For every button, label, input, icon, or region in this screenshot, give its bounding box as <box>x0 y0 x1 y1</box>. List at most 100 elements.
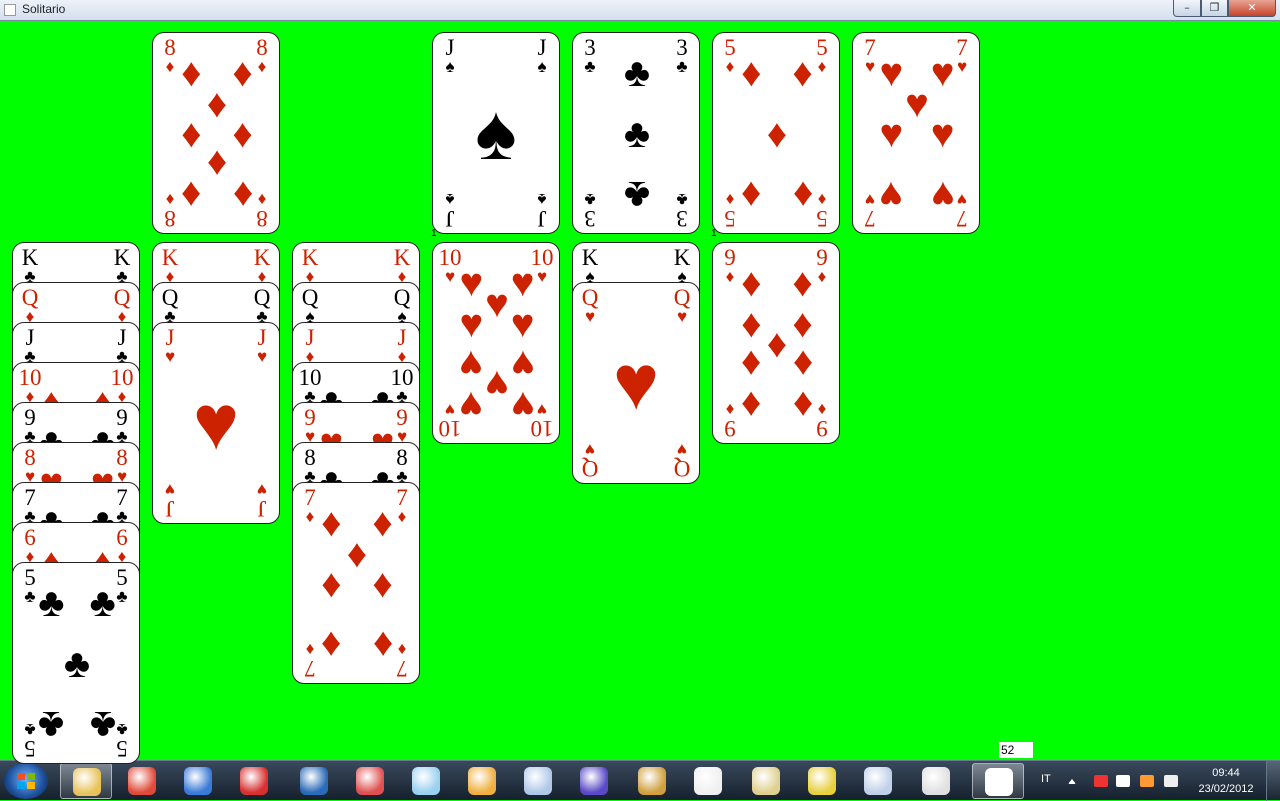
diamond-icon: ♦ <box>257 57 267 76</box>
star-app-icon <box>638 767 666 795</box>
diamond-icon: ♦ <box>165 190 175 209</box>
heart-pip-icon: ♥ <box>510 342 535 388</box>
volume-icon[interactable] <box>1164 775 1178 787</box>
card-rank: Q <box>581 285 599 310</box>
bittorrent-taskbar-button[interactable] <box>568 763 620 799</box>
diamond-pip-icon: ♦ <box>766 321 788 366</box>
heart-pip-icon: ♥ <box>459 260 484 306</box>
minimize-button[interactable]: – <box>1173 0 1201 17</box>
network-icon[interactable] <box>1094 775 1108 787</box>
clock[interactable]: 09:44 23/02/2012 <box>1190 765 1262 797</box>
diamond-icon: ♦ <box>817 190 827 209</box>
hxd-taskbar-button[interactable] <box>740 763 792 799</box>
tableau-card-9-of-diamonds[interactable]: 9 ♦ 9 ♦ 9 ♦ 9 ♦ ♦ ♦ ♦ ♦ ♦ ♦ ♦ ♦ ♦ <box>712 242 840 444</box>
diamond-pip-icon: ♦ <box>792 342 813 388</box>
tableau-card-jack-of-hearts[interactable]: J ♥ J ♥ J ♥ J ♥ ♥ <box>152 322 280 524</box>
diamond-icon: ♦ <box>397 507 407 526</box>
card-rank: 9 <box>724 416 736 441</box>
card-rank: J <box>305 325 315 350</box>
red-app-icon <box>240 767 268 795</box>
diamond-icon: ♦ <box>817 267 827 286</box>
card-rank: J <box>165 325 175 350</box>
foundation-card-7-of-hearts[interactable]: 7 ♥ 7 ♥ 7 ♥ 7 ♥ ♥ ♥ ♥ ♥ ♥ ♥ ♥ <box>852 32 980 234</box>
card-rank: K <box>161 245 179 270</box>
blue-app-taskbar-button[interactable] <box>288 763 340 799</box>
card-rank: J <box>537 206 547 231</box>
card-corner-index: J ♥ <box>158 326 182 365</box>
itunes-taskbar-button[interactable] <box>172 763 224 799</box>
ruler-app-taskbar-button[interactable] <box>796 763 848 799</box>
cards-app-taskbar-button[interactable] <box>682 763 734 799</box>
card-rank: Q <box>113 285 131 310</box>
card-corner-index: K♦ <box>158 246 182 285</box>
diamond-pip-icon: ♦ <box>206 80 228 126</box>
tableau-card-queen-of-hearts[interactable]: Q ♥ Q ♥ Q ♥ Q ♥ ♥ <box>572 282 700 484</box>
language-indicator[interactable]: IT <box>1041 773 1051 785</box>
card-corner-index: K♠ <box>578 246 602 285</box>
card-rank: J <box>445 206 455 231</box>
close-button[interactable]: ✕ <box>1228 0 1276 17</box>
card-rank: 10 <box>110 365 134 390</box>
bittorrent-icon <box>580 767 608 795</box>
tableau-card-5-of-clubs[interactable]: 5 ♣ 5 ♣ 5 ♣ 5 ♣ ♣ ♣ ♣ ♣ ♣ <box>12 562 140 764</box>
diamond-icon: ♦ <box>725 267 735 286</box>
card-corner-index: 9 ♦ <box>810 246 834 285</box>
diamond-icon: ♦ <box>817 57 827 76</box>
diamond-pip-icon: ♦ <box>792 50 813 96</box>
tray-expand-icon[interactable] <box>1068 779 1076 784</box>
card-rank: 6 <box>116 525 128 550</box>
card-corner-index: Q ♥ <box>670 440 694 481</box>
maximize-button[interactable]: ❐ <box>1201 0 1228 17</box>
tableau-card-10-of-hearts[interactable]: 10 ♥ 10 ♥ 10 ♥ 10 ♥ ♥ ♥ ♥ ♥ ♥ ♥ ♥ ♥ ♥ ♥ <box>432 242 560 444</box>
close-icon: ✕ <box>1247 1 1257 14</box>
diamond-pip-icon: ♦ <box>181 111 202 156</box>
foundation-card-5-of-diamonds[interactable]: 5 ♦ 5 ♦ 5 ♦ 5 ♦ ♦ ♦ ♦ ♦ ♦ <box>712 32 840 234</box>
chrome-taskbar-button[interactable] <box>116 763 168 799</box>
clock-time: 09:44 <box>1212 767 1240 779</box>
stack-count-label: 1 <box>431 228 437 239</box>
card-rank: Q <box>301 285 319 310</box>
foundation-card-3-of-clubs[interactable]: 3 ♣ 3 ♣ 3 ♣ 3 ♣ ♣ ♣ ♣ <box>572 32 700 234</box>
card-rank: 7 <box>396 485 408 510</box>
club-icon: ♣ <box>676 57 688 76</box>
security-icon[interactable] <box>1140 775 1154 787</box>
solitario-app-taskbar-button[interactable] <box>972 763 1024 799</box>
calculator-taskbar-button[interactable] <box>852 763 904 799</box>
card-rank: 9 <box>816 245 828 270</box>
club-icon: ♣ <box>584 190 596 209</box>
clock-date: 23/02/2012 <box>1198 783 1254 795</box>
red-app-taskbar-button[interactable] <box>228 763 280 799</box>
heart-pip-icon: ♥ <box>879 50 904 96</box>
card-rank: K <box>21 245 39 270</box>
power-icon[interactable] <box>1116 775 1130 787</box>
club-icon: ♣ <box>676 190 688 209</box>
diamond-icon: ♦ <box>725 57 735 76</box>
star-app-taskbar-button[interactable] <box>626 763 678 799</box>
snipping-tool-taskbar-button[interactable] <box>910 763 962 799</box>
tableau-card-7-of-diamonds[interactable]: 7 ♦ 7 ♦ 7 ♦ 7 ♦ ♦ ♦ ♦ ♦ ♦ ♦ ♦ <box>292 482 420 684</box>
cube-app-taskbar-button[interactable] <box>512 763 564 799</box>
card-rank: 8 <box>164 35 176 60</box>
card-rank: Q <box>253 285 271 310</box>
audio-app-taskbar-button[interactable] <box>344 763 396 799</box>
card-rank: J <box>397 325 407 350</box>
app-icon[interactable] <box>4 4 16 16</box>
club-pip-icon: ♣ <box>89 580 116 626</box>
foundation-card-8-of-diamonds[interactable]: 8 ♦ 8 ♦ 8 ♦ 8 ♦ ♦ ♦ ♦ ♦ ♦ ♦ ♦ ♦ <box>152 32 280 234</box>
card-corner-index: 8 ♦ <box>250 36 274 75</box>
card-corner-index: K♦ <box>390 246 414 285</box>
explorer-taskbar-button[interactable] <box>60 763 112 799</box>
card-corner-index: Q♣ <box>250 286 274 325</box>
foundation-card-jack-of-spades[interactable]: J ♠ J ♠ J ♠ J ♠ ♠ <box>432 32 560 234</box>
card-rank: Q <box>581 456 599 481</box>
card-rank: K <box>301 245 319 270</box>
paint-taskbar-button[interactable] <box>456 763 508 799</box>
start-button[interactable] <box>4 763 48 799</box>
card-corner-index: 10♦ <box>110 366 134 405</box>
window-title-bar[interactable]: Solitario – ❐ ✕ <box>0 0 1280 21</box>
diamond-pip-icon: ♦ <box>792 300 813 346</box>
card-rank: 7 <box>396 656 408 681</box>
notepad-taskbar-button[interactable] <box>400 763 452 799</box>
show-desktop-button[interactable] <box>1266 761 1280 801</box>
diamond-pip-icon: ♦ <box>792 382 813 428</box>
